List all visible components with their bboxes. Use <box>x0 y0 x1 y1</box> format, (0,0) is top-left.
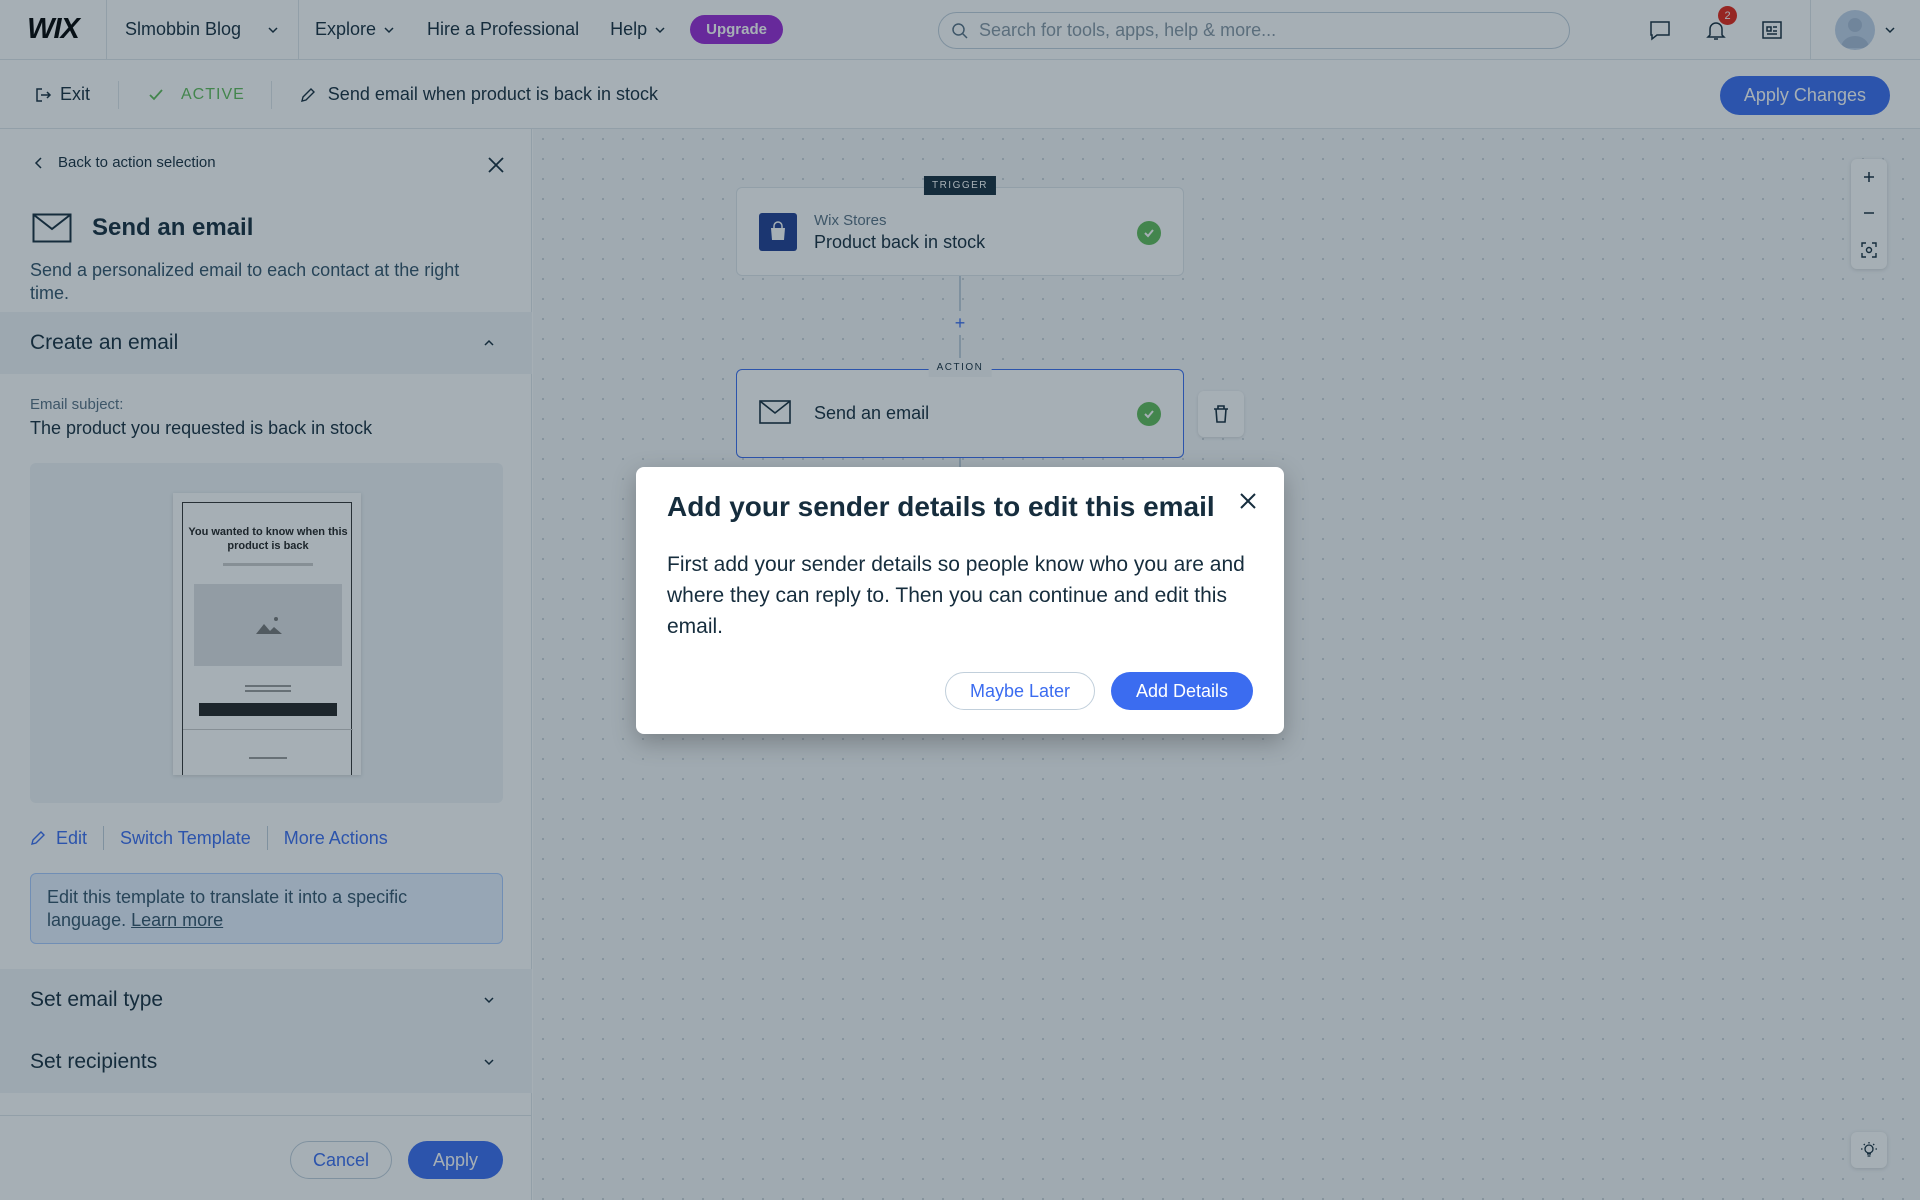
maybe-later-button[interactable]: Maybe Later <box>945 672 1095 710</box>
close-icon <box>1240 493 1256 509</box>
modal-title: Add your sender details to edit this ema… <box>667 491 1215 522</box>
modal-close-button[interactable] <box>1239 492 1257 510</box>
add-details-button[interactable]: Add Details <box>1111 672 1253 710</box>
modal-body: First add your sender details so people … <box>667 553 1245 638</box>
sender-details-modal: Add your sender details to edit this ema… <box>636 467 1284 734</box>
